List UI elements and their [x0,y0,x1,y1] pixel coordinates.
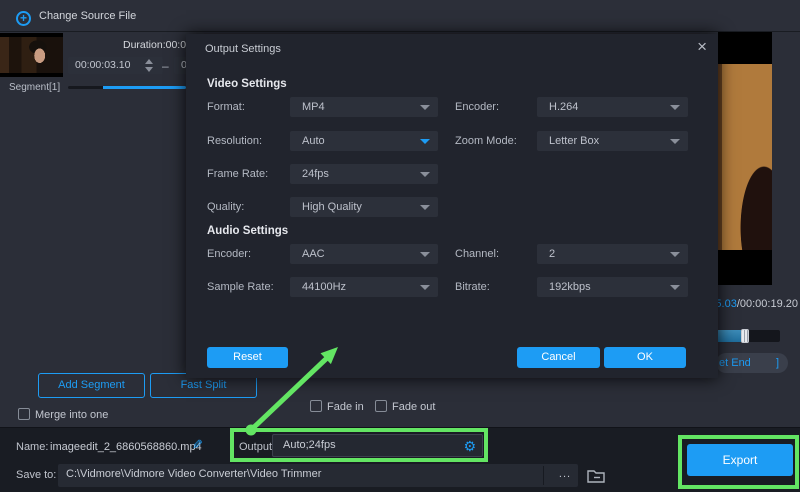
quality-dropdown[interactable]: High Quality [290,197,438,217]
resolution-dropdown[interactable]: Auto [290,131,438,151]
set-end-label: et End [719,353,751,373]
video-preview-frame [718,64,772,250]
quality-label: Quality: [207,201,244,213]
progress-handle[interactable] [741,329,749,343]
change-source-file-button[interactable]: Change Source File [39,10,136,22]
top-bar: + Change Source File [0,0,800,32]
format-value: MP4 [302,97,325,117]
output-profile-field[interactable]: Auto;24fps ⚙ [272,434,483,457]
add-source-plus-icon[interactable]: + [16,11,31,26]
frame-rate-label: Frame Rate: [207,168,268,180]
audio-encoder-label: Encoder: [207,248,251,260]
channel-value: 2 [549,244,555,264]
sample-rate-label: Sample Rate: [207,281,274,293]
chevron-down-icon [420,139,430,144]
chevron-down-icon [670,252,680,257]
spinner-down-icon[interactable] [145,67,153,72]
video-settings-header: Video Settings [207,78,287,90]
time-range-dash: – [162,59,169,73]
sample-rate-value: 44100Hz [302,277,346,297]
output-profile-value: Auto;24fps [283,439,336,451]
bitrate-dropdown[interactable]: 192kbps [537,277,688,297]
chevron-down-icon [670,139,680,144]
duration-label: Duration:00:00 [123,39,192,51]
audio-encoder-value: AAC [302,244,325,264]
segment-label: Segment[1] [9,82,60,93]
export-button[interactable]: Export [687,444,793,476]
total-time: /00:00:19.20 [737,298,798,310]
resolution-label: Resolution: [207,135,262,147]
segment-slider[interactable] [68,86,186,89]
chevron-down-icon [420,205,430,210]
current-time: 5.03 [715,298,736,310]
channel-dropdown[interactable]: 2 [537,244,688,264]
set-end-button[interactable]: et End ] [716,353,788,373]
field-divider [543,466,544,485]
output-settings-dialog: Output Settings × Video Settings Format:… [186,34,718,378]
save-to-field[interactable]: C:\Vidmore\Vidmore Video Converter\Video… [58,464,578,487]
close-icon[interactable]: × [697,38,707,56]
save-to-label: Save to: [16,469,56,481]
zoom-mode-dropdown[interactable]: Letter Box [537,131,688,151]
fade-out-checkbox[interactable] [375,400,387,412]
segment-thumbnail[interactable] [0,33,63,77]
fade-in-label: Fade in [327,401,364,413]
add-segment-button[interactable]: Add Segment [38,373,145,398]
sample-rate-dropdown[interactable]: 44100Hz [290,277,438,297]
browse-button[interactable]: ... [552,464,578,484]
chevron-down-icon [420,105,430,110]
set-end-bracket-icon: ] [776,353,779,373]
bitrate-label: Bitrate: [455,281,490,293]
ok-button[interactable]: OK [604,347,686,368]
zoom-mode-value: Letter Box [549,131,599,151]
video-encoder-dropdown[interactable]: H.264 [537,97,688,117]
fade-in-checkbox[interactable] [310,400,322,412]
frame-rate-dropdown[interactable]: 24fps [290,164,438,184]
file-name-value: imageedit_2_6860568860.mp4 [50,441,202,453]
app-window: + Change Source File Segment[1] Duration… [0,0,800,492]
merge-into-one-label: Merge into one [35,409,108,421]
quality-value: High Quality [302,197,362,217]
chevron-down-icon [420,252,430,257]
name-label: Name: [16,441,48,453]
video-encoder-value: H.264 [549,97,578,117]
chevron-down-icon [670,285,680,290]
chevron-down-icon [420,285,430,290]
output-label: Output: [239,441,275,453]
format-dropdown[interactable]: MP4 [290,97,438,117]
resolution-value: Auto [302,131,325,151]
reset-button[interactable]: Reset [207,347,288,368]
dialog-title: Output Settings [205,43,281,55]
chevron-down-icon [670,105,680,110]
audio-settings-header: Audio Settings [207,225,288,237]
thumbnail-image [0,37,63,73]
edit-name-pencil-icon[interactable]: ✎ [192,437,203,453]
spinner-up-icon[interactable] [145,59,153,64]
save-to-path: C:\Vidmore\Vidmore Video Converter\Video… [66,468,321,480]
format-label: Format: [207,101,245,113]
audio-encoder-dropdown[interactable]: AAC [290,244,438,264]
channel-label: Channel: [455,248,499,260]
open-folder-icon[interactable] [586,466,606,485]
fade-out-label: Fade out [392,401,435,413]
time-spinner[interactable] [145,59,155,72]
zoom-mode-label: Zoom Mode: [455,135,517,147]
bitrate-value: 192kbps [549,277,591,297]
frame-rate-value: 24fps [302,164,329,184]
chevron-down-icon [420,172,430,177]
video-encoder-label: Encoder: [455,101,499,113]
merge-into-one-checkbox[interactable] [18,408,30,420]
cancel-button[interactable]: Cancel [517,347,600,368]
gear-icon[interactable]: ⚙ [463,438,476,454]
